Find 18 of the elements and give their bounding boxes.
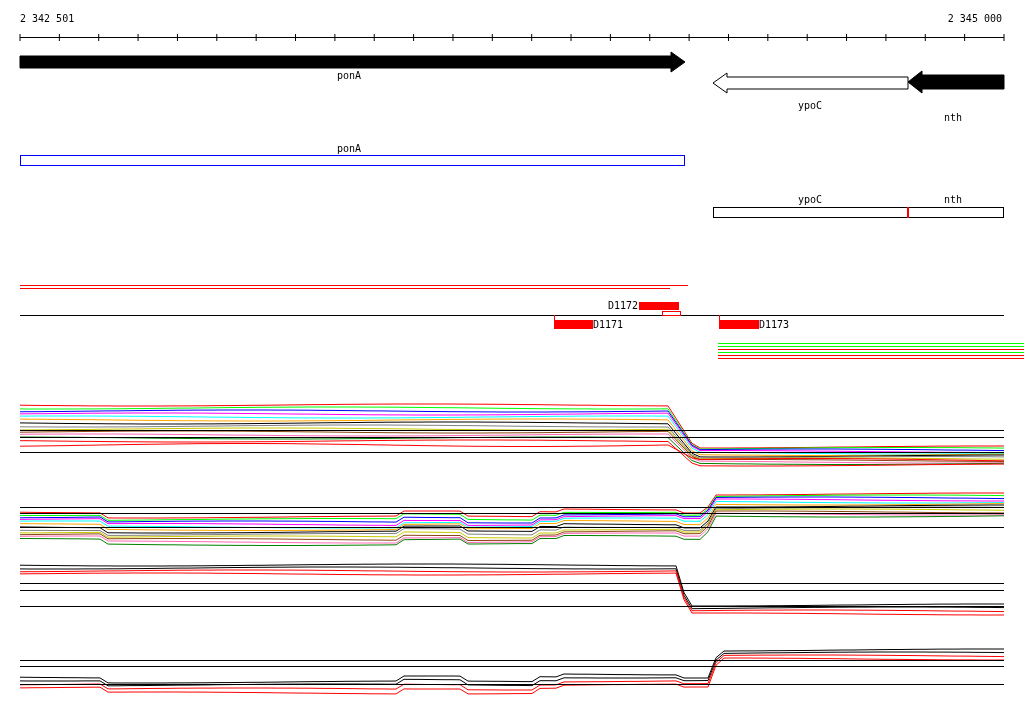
ruler-label: 2 345 000: [947, 13, 1002, 24]
feature-block[interactable]: [639, 302, 681, 316]
feature-label: D1172: [607, 300, 638, 311]
ruler-label: 2 342 501: [20, 13, 75, 24]
feature-block[interactable]: [719, 314, 759, 329]
gene-label: ypoC: [797, 100, 823, 111]
feature-block[interactable]: [554, 314, 593, 329]
gene-arrow[interactable]: [19, 51, 686, 73]
transcript-label: nth: [943, 194, 963, 205]
gene-label: ponA: [336, 70, 362, 81]
transcript-label: ponA: [336, 143, 362, 154]
transcript-bar[interactable]: [713, 206, 1004, 219]
feature-label: D1171: [593, 319, 624, 330]
gene-label: nth: [943, 112, 963, 123]
gene-arrow[interactable]: [907, 70, 1005, 94]
transcript-label: ypoC: [797, 194, 823, 205]
feature-label: D1173: [759, 319, 790, 330]
transcript-bar[interactable]: [20, 155, 685, 166]
